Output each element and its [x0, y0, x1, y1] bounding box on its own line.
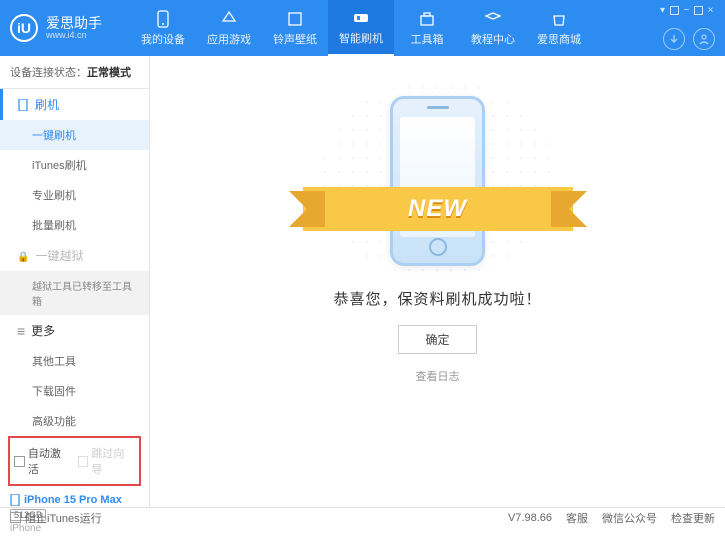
- device-name[interactable]: iPhone 15 Pro Max: [10, 494, 139, 506]
- sidebar-item-itunes[interactable]: iTunes刷机: [0, 150, 149, 180]
- nav-label: 应用游戏: [207, 31, 251, 47]
- nav-toolbox[interactable]: 工具箱: [394, 0, 460, 56]
- nav-flash[interactable]: 智能刷机: [328, 0, 394, 56]
- sidebar-item-pro[interactable]: 专业刷机: [0, 180, 149, 210]
- footer-update[interactable]: 检查更新: [671, 510, 715, 526]
- section-label: 刷机: [35, 96, 59, 113]
- sidebar-item-other[interactable]: 其他工具: [0, 346, 149, 376]
- phone-graphic: [390, 96, 485, 266]
- nav-label: 爱思商城: [537, 31, 581, 47]
- success-message: 恭喜您，保资料刷机成功啦！: [333, 288, 541, 309]
- nav-apps[interactable]: 应用游戏: [196, 0, 262, 56]
- checkbox-icon: [14, 456, 25, 467]
- nav-label: 我的设备: [141, 31, 185, 47]
- status-value: 正常模式: [87, 67, 131, 79]
- sidebar-item-batch[interactable]: 批量刷机: [0, 210, 149, 240]
- flash-icon: [352, 9, 370, 27]
- ok-button[interactable]: 确定: [398, 325, 476, 354]
- nav-label: 智能刷机: [339, 30, 383, 46]
- sidebar-section-jailbreak: 一键越狱: [0, 240, 149, 271]
- device-name-text: iPhone 15 Pro Max: [24, 494, 122, 506]
- section-label: 更多: [31, 322, 55, 339]
- app-header: iU 爱思助手 www.i4.cn 我的设备 应用游戏 铃声壁纸 智能刷机 工具…: [0, 0, 725, 56]
- maximize-icon[interactable]: [694, 6, 703, 15]
- checkbox-icon: [78, 456, 89, 467]
- nav-ringtones[interactable]: 铃声壁纸: [262, 0, 328, 56]
- brand-url: www.i4.cn: [46, 30, 102, 40]
- checkbox-label: 阻止iTunes运行: [25, 510, 102, 526]
- options-row: 自动激活 跳过向导: [8, 436, 141, 486]
- nav-my-device[interactable]: 我的设备: [130, 0, 196, 56]
- sidebar-item-download[interactable]: 下载固件: [0, 376, 149, 406]
- main-content: NEW 恭喜您，保资料刷机成功啦！ 确定 查看日志: [150, 56, 725, 507]
- checkbox-label: 跳过向导: [91, 445, 135, 477]
- new-ribbon: NEW: [303, 187, 573, 231]
- connection-status: 设备连接状态：正常模式: [0, 56, 149, 89]
- auto-activate-checkbox[interactable]: 自动激活: [14, 445, 72, 477]
- menu-icon[interactable]: ▾: [658, 6, 667, 15]
- lock-icon: [17, 249, 29, 263]
- brand-name: 爱思助手: [46, 16, 102, 30]
- list-icon: [17, 323, 25, 339]
- skip-guide-checkbox[interactable]: 跳过向导: [78, 445, 136, 477]
- nav-label: 铃声壁纸: [273, 31, 317, 47]
- view-log-link[interactable]: 查看日志: [416, 368, 460, 384]
- checkbox-label: 自动激活: [28, 445, 72, 477]
- success-illustration: NEW: [338, 96, 538, 266]
- phone-icon: [17, 99, 29, 111]
- nav-label: 工具箱: [411, 31, 444, 47]
- footer-wechat[interactable]: 微信公众号: [602, 510, 657, 526]
- toolbox-icon: [418, 10, 436, 28]
- window-controls: ▾ − ×: [658, 6, 715, 15]
- nav-tutorials[interactable]: 教程中心: [460, 0, 526, 56]
- store-icon: [550, 10, 568, 28]
- minimize-icon[interactable]: −: [682, 6, 691, 15]
- jailbreak-transfer-note: 越狱工具已转移至工具箱: [0, 271, 149, 315]
- wallpaper-icon: [286, 10, 304, 28]
- section-label: 一键越狱: [35, 247, 83, 264]
- main-nav: 我的设备 应用游戏 铃声壁纸 智能刷机 工具箱 教程中心 爱思商城: [130, 0, 592, 56]
- version-text: V7.98.66: [508, 512, 552, 524]
- nav-store[interactable]: 爱思商城: [526, 0, 592, 56]
- device-icon: [154, 10, 172, 28]
- checkbox-icon: [10, 512, 21, 523]
- close-icon[interactable]: ×: [706, 6, 715, 15]
- phone-icon: [10, 494, 20, 506]
- user-icon[interactable]: [693, 28, 715, 50]
- settings-icon[interactable]: [670, 6, 679, 15]
- sidebar-item-advanced[interactable]: 高级功能: [0, 406, 149, 436]
- sidebar-section-more[interactable]: 更多: [0, 315, 149, 346]
- apps-icon: [220, 10, 238, 28]
- sidebar-item-oneclick[interactable]: 一键刷机: [0, 120, 149, 150]
- brand-logo-icon: iU: [10, 14, 38, 42]
- sidebar-section-flash[interactable]: 刷机: [0, 89, 149, 120]
- footer-support[interactable]: 客服: [566, 510, 588, 526]
- status-prefix: 设备连接状态：: [10, 67, 87, 79]
- brand-block: iU 爱思助手 www.i4.cn: [10, 14, 130, 42]
- download-icon[interactable]: [663, 28, 685, 50]
- block-itunes-checkbox[interactable]: 阻止iTunes运行: [10, 510, 102, 526]
- sidebar: 设备连接状态：正常模式 刷机 一键刷机 iTunes刷机 专业刷机 批量刷机 一…: [0, 56, 150, 507]
- nav-label: 教程中心: [471, 31, 515, 47]
- tutorial-icon: [484, 10, 502, 28]
